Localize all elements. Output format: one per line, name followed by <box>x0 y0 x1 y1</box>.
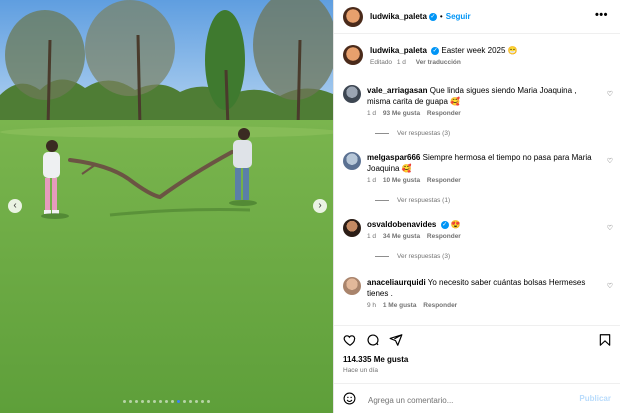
post-caption: ludwika_paleta ✓ Easter week 2025 😁 Edit… <box>343 45 613 66</box>
view-replies-label: Ver respuestas (1) <box>397 197 451 204</box>
view-replies-label: Ver respuestas (3) <box>397 253 451 260</box>
author-avatar[interactable] <box>343 6 363 27</box>
commenter-avatar[interactable] <box>343 277 361 295</box>
comment-item: anaceliaurquidi Yo necesito saber cuánta… <box>343 277 613 309</box>
comment-input[interactable] <box>366 390 570 410</box>
park-photo-illustration <box>0 0 333 413</box>
comment-icon[interactable] <box>366 333 380 347</box>
carousel-dot[interactable] <box>177 400 180 403</box>
emoji-icon[interactable] <box>343 392 356 405</box>
commenter-avatar[interactable] <box>343 152 361 170</box>
post-details-panel: ludwika_paleta ✓ • Seguir ••• ludwika_pa… <box>333 0 620 413</box>
reply-button[interactable]: Responder <box>427 233 461 240</box>
share-icon[interactable] <box>389 333 403 347</box>
post-photo: ‹ › <box>0 0 333 413</box>
carousel-dot[interactable] <box>207 400 210 403</box>
carousel-dot[interactable] <box>171 400 174 403</box>
comment-likes[interactable]: 93 Me gusta <box>383 110 420 117</box>
comment-heart-icon[interactable]: ♡ <box>607 157 613 165</box>
view-replies-button[interactable]: Ver respuestas (1) <box>375 197 613 204</box>
follow-button[interactable]: Seguir <box>446 12 471 21</box>
comment-composer: Publicar <box>334 383 620 413</box>
comment-age: 9 h <box>367 302 377 309</box>
comment-age: 1 d <box>367 177 377 184</box>
comment-emoji: 😍 <box>450 220 461 229</box>
comment-likes[interactable]: 1 Me gusta <box>383 302 417 309</box>
comment-item: vale_arriagasan Que linda sigues siendo … <box>343 85 613 137</box>
commenter-avatar[interactable] <box>343 85 361 103</box>
author-username[interactable]: ludwika_paleta <box>370 12 427 21</box>
chevron-right-icon: › <box>318 200 322 211</box>
post-header: ludwika_paleta ✓ • Seguir ••• <box>334 0 620 34</box>
reply-button[interactable]: Responder <box>423 302 457 309</box>
post-timestamp: Hace un día <box>343 367 379 374</box>
translate-link[interactable]: Ver traducción <box>416 59 461 66</box>
caption-username[interactable]: ludwika_paleta <box>370 46 427 55</box>
commenter-username[interactable]: osvaldobenavides <box>367 220 436 229</box>
carousel-dot[interactable] <box>159 400 162 403</box>
likes-count[interactable]: 114.335 Me gusta <box>343 355 408 364</box>
commenter-username[interactable]: melgaspar666 <box>367 153 420 162</box>
carousel-prev-button[interactable]: ‹ <box>8 199 22 213</box>
bookmark-icon[interactable] <box>598 333 612 347</box>
instagram-post-modal: ‹ › ludwika_paleta ✓ • Seguir ••• ludwik… <box>0 0 620 413</box>
comment-heart-icon[interactable]: ♡ <box>607 90 613 98</box>
carousel-dot[interactable] <box>165 400 168 403</box>
commenter-avatar[interactable] <box>343 219 361 237</box>
verified-icon: ✓ <box>428 12 437 21</box>
comment-item: osvaldobenavides ✓ 😍 1 d 34 Me gusta Res… <box>343 219 613 260</box>
comment-emoji: 🥰 <box>401 164 412 173</box>
carousel-dot[interactable] <box>147 400 150 403</box>
commenter-username[interactable]: vale_arriagasan <box>367 86 428 95</box>
carousel-dot[interactable] <box>183 400 186 403</box>
comment-emoji: 🥰 <box>450 97 461 106</box>
carousel-dot[interactable] <box>141 400 144 403</box>
carousel-dot[interactable] <box>153 400 156 403</box>
carousel-dot[interactable] <box>201 400 204 403</box>
more-icon[interactable]: ••• <box>595 9 608 21</box>
verified-icon: ✓ <box>431 46 440 55</box>
comment-age: 1 d <box>367 110 377 117</box>
carousel-dot[interactable] <box>135 400 138 403</box>
comment-item: melgaspar666 Siempre hermosa el tiempo n… <box>343 152 613 204</box>
heart-icon[interactable] <box>343 333 357 347</box>
caption-age: 1 d <box>396 59 406 66</box>
edited-label: Editado <box>370 59 393 66</box>
publish-button[interactable]: Publicar <box>579 394 611 403</box>
replies-divider <box>375 200 389 201</box>
comment-age: 1 d <box>367 233 377 240</box>
replies-divider <box>375 133 389 134</box>
view-replies-button[interactable]: Ver respuestas (3) <box>375 130 613 137</box>
caption-emoji: 😁 <box>507 46 518 55</box>
caption-text: Easter week 2025 <box>441 46 506 55</box>
comment-likes[interactable]: 34 Me gusta <box>383 233 420 240</box>
separator-dot: • <box>439 12 443 21</box>
carousel-next-button[interactable]: › <box>313 199 327 213</box>
carousel-dot[interactable] <box>129 400 132 403</box>
comment-heart-icon[interactable]: ♡ <box>607 282 613 290</box>
comment-likes[interactable]: 10 Me gusta <box>383 177 420 184</box>
replies-divider <box>375 256 389 257</box>
chevron-left-icon: ‹ <box>13 200 17 211</box>
carousel-dot[interactable] <box>195 400 198 403</box>
carousel-dot[interactable] <box>123 400 126 403</box>
view-replies-label: Ver respuestas (3) <box>397 130 451 137</box>
caption-author-avatar[interactable] <box>343 45 363 65</box>
comment-heart-icon[interactable]: ♡ <box>607 224 613 232</box>
view-replies-button[interactable]: Ver respuestas (3) <box>375 253 613 260</box>
carousel-dot[interactable] <box>189 400 192 403</box>
reply-button[interactable]: Responder <box>427 177 461 184</box>
commenter-username[interactable]: anaceliaurquidi <box>367 278 426 287</box>
reply-button[interactable]: Responder <box>427 110 461 117</box>
verified-icon: ✓ <box>440 220 449 229</box>
carousel-indicator <box>0 400 333 403</box>
